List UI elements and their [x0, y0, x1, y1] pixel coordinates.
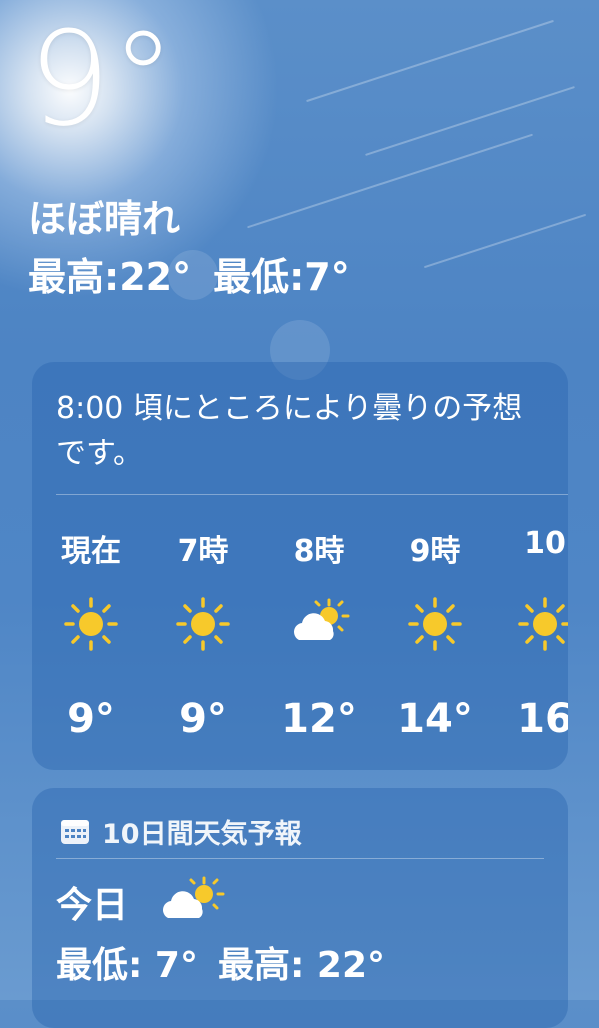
high-low: 最高:22° 最低:7° — [28, 246, 350, 301]
cloud-streak — [306, 19, 554, 103]
partly-cloudy-icon — [163, 876, 225, 918]
hour-label: 10 — [524, 526, 566, 561]
hour-label: 9時 — [409, 534, 461, 569]
hour-column: 8時 12° — [264, 526, 374, 746]
hour-label: 7時 — [177, 534, 229, 569]
hour-label: 現在 — [61, 534, 121, 569]
sun-icon — [176, 597, 230, 651]
hourly-summary: 8:00 頃にところにより曇りの予想です。 — [56, 391, 523, 471]
current-temperature: 9° — [28, 3, 176, 155]
calendar-icon — [61, 819, 89, 844]
today-high: 最高: 22° — [217, 945, 386, 986]
ten-day-forecast-card[interactable]: 10日間天気予報 今日 最低: 7° 最高: 22° — [32, 788, 568, 1028]
today-label: 今日 — [56, 885, 129, 926]
hour-column: 9時 14° — [380, 526, 490, 746]
hour-label: 8時 — [293, 534, 345, 569]
divider — [56, 858, 544, 859]
hour-column: 現在 9° — [36, 526, 146, 746]
high-temperature: 最高:22° — [28, 255, 192, 299]
divider — [56, 494, 568, 495]
cloud-streak — [423, 213, 587, 269]
partly-cloudy-icon — [294, 598, 350, 640]
hour-column: 10 16 — [490, 526, 568, 746]
current-condition: ほぼ晴れ — [28, 197, 181, 241]
sun-icon — [518, 597, 568, 651]
cloud-streak — [365, 86, 575, 156]
hour-temperature: 9° — [67, 696, 115, 742]
ten-day-header: 10日間天気予報 — [60, 812, 302, 851]
hour-temperature: 12° — [281, 696, 357, 742]
hour-temperature: 14° — [397, 696, 473, 742]
sun-icon — [64, 597, 118, 651]
hour-temperature: 16 — [517, 696, 568, 742]
today-low: 最低: 7° — [56, 945, 198, 986]
hour-temperature: 9° — [179, 696, 227, 742]
hourly-forecast-card[interactable]: 8:00 頃にところにより曇りの予想です。 現在 9° 7時 9° 8時 12°… — [32, 362, 568, 770]
today-range: 最低: 7° 最高: 22° — [56, 936, 385, 988]
sun-icon — [408, 597, 462, 651]
ten-day-title: 10日間天気予報 — [102, 819, 302, 850]
low-temperature: 最低:7° — [213, 255, 350, 299]
hour-column: 7時 9° — [148, 526, 258, 746]
